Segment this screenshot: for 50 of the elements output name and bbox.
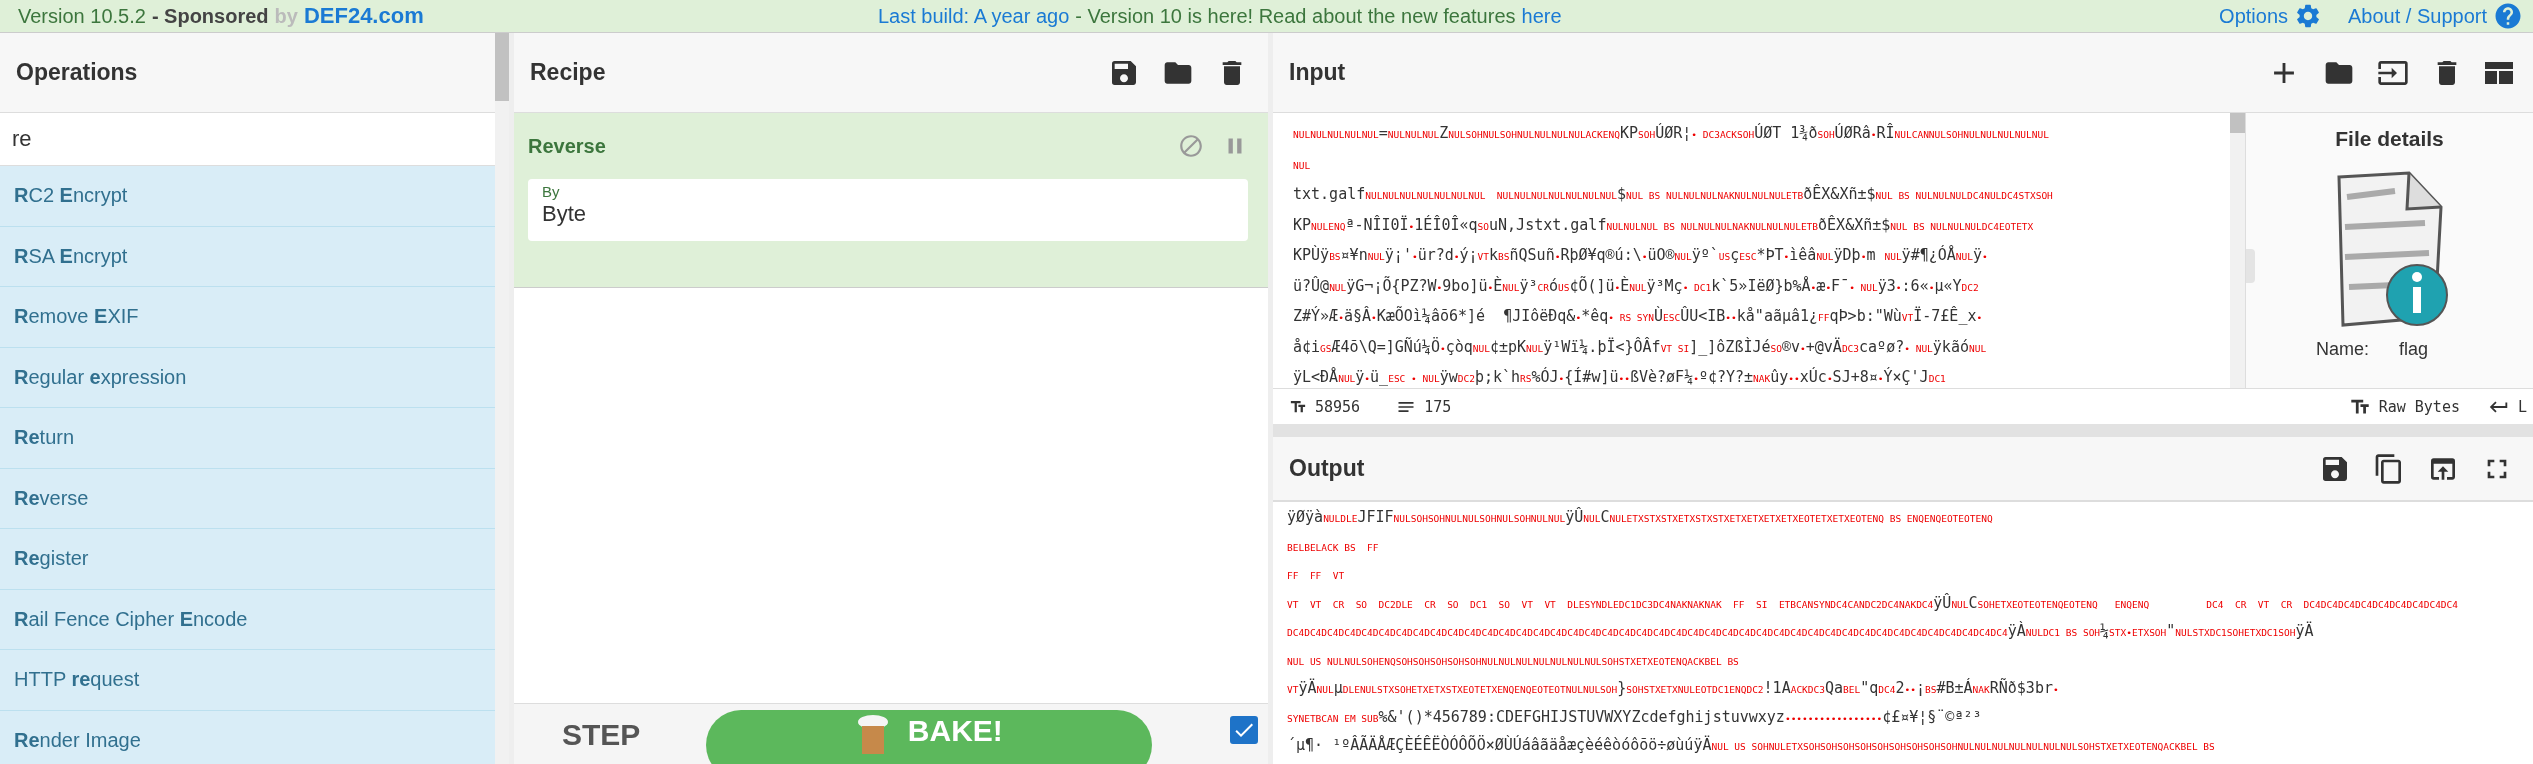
step-name: Reverse (528, 134, 606, 158)
data-line: DC4DC4DC4DC4DC4DC4DC4DC4DC4DC4DC4DC4DC4DC4DC4DC4DC4DC4DC4DC4DC4DC4DC4DC4DC4DC4DC4DC4DC4DC4DC4DC4DC4DC4DC4DC4DC4DC4DC4DC4DC4DC4ÿÀNULDC1 BS SOH¼STX•ETXSOH"NULSTXDC1SOHETXDC1SOHÿÄ (1287, 620, 2315, 642)
data-line: ÿL<ÐÅNULÿ•ü_ESC • NULÿwDC2 þ;k`hRS%ÓJ•{Í#w]ü••ßVè?øF¼•º¢?Y?±NAKûy••xÚc•SJ+8¤•Ý×Ç'JDC1 (1293, 366, 1947, 388)
panel-title: Operations (16, 59, 138, 86)
build-label: Last build: A year ago (878, 4, 1070, 28)
chef-icon (855, 714, 890, 754)
layout-icon[interactable] (2485, 60, 2513, 85)
data-line: NUL US NULNULSOHENQSOHSOHSOHSOHSOHNULNULNULNULNULNULNULSOHSTXETXEOTENQACKBEL BS (1287, 654, 1740, 669)
scrollbar-thumb[interactable] (2230, 113, 2245, 133)
panel-toggle-tab[interactable] (2246, 249, 2255, 283)
argument-field[interactable]: By Byte (528, 179, 1248, 241)
help-icon[interactable] (2493, 1, 2523, 31)
data-line: ÿØÿà NULDLEJFIFNULSOHSOHNULNULSOHNULSOHNULNULÿÛNULCNULETXSTXSTXETXSTXSTXETXETXETXETXEOTETXETXEOTENQ BS ENQENQEOTEOTENQ (1287, 506, 1994, 528)
data-line: NUL (1293, 158, 1312, 173)
data-line: ü?Û@NULÿG¬¡Õ{PZ?W•9bo]ü•ÈNULÿ³ CRóUS¢Õ(]ü•ÈNULÿ³Mç• DC1k`5»IëØ}b%Å•æ•F¯• NULÿ3•:6«•µ«YDC2 (1293, 275, 1980, 297)
line-count-value: 175 (1424, 397, 1452, 416)
panel-title: Output (1289, 455, 1365, 482)
name-label: Name: (2316, 339, 2369, 360)
notice-text: - Version 10 is here! Read about the new features (1075, 4, 1516, 28)
length-value: 58956 (1315, 397, 1361, 416)
panel-title: Recipe (530, 59, 606, 86)
step-button[interactable]: STEP (562, 718, 641, 752)
settings-icon[interactable] (2294, 2, 2322, 30)
data-line: Z#Ý»Æ•ä§Â•KæÕOì¼âõ6*]é ¶JIôëÐq&•*êq• RS SYNÙ ESCÛU<IB••kå"aãµâ1¿FFqÞ>b:"WùVTÏ-7£Ê_x• (1293, 305, 1984, 327)
data-line: NULNULNULNULNUL=NULNULNULZNULSOHNULSOHNULNULNULNULACKENQKPSOHÚØR¦• DC3ACKSOHÚØT 1¾ðSOHÚØRâ•RÎNULCANNULSOHNULNULNULNULNUL (1293, 122, 2050, 144)
eol-button[interactable]: L (2517, 397, 2527, 416)
resize-handle[interactable] (1273, 424, 2533, 437)
format-button[interactable]: Raw Bytes (2378, 397, 2460, 416)
file-name: flag (2399, 339, 2429, 360)
data-line: txt.galf NULNULNULNULNULNULNUL NULNULNULNULNULNULNUL$NUL BS NULNULNULNAKNULNULNULETBðÊX&Xñ±$NUL BS NULNULNULDC4NULDC4STXSOH (1293, 183, 2054, 205)
sponsored-label: - Sponsored (151, 4, 269, 28)
data-line: SYNETBCAN EM SUB%&'()*456789:CDEFGHIJSTUVWXYZcdefghijstuvwxyz•••••••••••••••••¢£¤¥¦§¨©ª²³ (1287, 706, 1983, 728)
bake-button[interactable]: BAKE! (706, 710, 1153, 764)
panel-title: Input (1289, 59, 1346, 86)
options-link[interactable]: Options (2219, 2, 2322, 30)
about-link[interactable]: About / Support (2348, 1, 2523, 31)
data-line: KPÙÿBS¤¥nNULÿ¡'•ür?d•ý¡VTkBS ñQSuñ•RþØ¥q®ú:\•üO®NULÿº`USç ESC*ÞT•ìêâ NULÿDþ•m NULÿ#¶¿ÓÅNULÿ• (1293, 244, 1989, 266)
sponsor-link[interactable]: DEF24.com (303, 3, 424, 29)
data-line: å¢iGSÆ4õ\Q=]GÑú¼Ö•çòqNUL¢±pKNULÿ¹Wï¼.þÏ<}ÔÂfVT SI]_]ôZßÌJéSO®v•+@vÄDC3 caºø?• NULÿkãóNUL (1293, 336, 1988, 358)
version-label: Version 10.5.2 (18, 4, 146, 28)
auto-bake-checkbox[interactable] (1230, 716, 1259, 744)
data-line: BELBELACK BS FF (1287, 540, 1380, 555)
notice-link[interactable]: here (1521, 4, 1562, 28)
scrollbar-thumb[interactable] (495, 33, 509, 101)
data-line: KPNULENQª-NÎI0Ï•1ÉÎ0Î«qSOuN,Jstxt.galfNULNULNUL BS NULNULNULNAKNULNULNULETBðÊX&Xñ±$NUL BS NULNULNULDC4EOTETX (1293, 214, 2035, 236)
data-line: ´µ¶· ¹ºÂÃÄÅÆÇÈÉÊËÒÓÔÕÖ×ØÙÚáâãäåæçèéêòóôõö÷øùúÿÄNUL US SOHNULETXSOHSOHSOHSOHSOHSOHSOHSOHSOHNULNULNULNULNULNULNULSOHSTXETXEOTENQACKBEL BS (1287, 734, 2216, 756)
data-line: VT VT CR SO DC2DLE CR SO DC1 SO VT VT DLESYNDLEDC1DC3DC4NAKNAKNAK FF SI ETBCANSYNDC4CANDC2DC4NAKDC4ÿÛNULCSOHETXEOTEOTENQEOTENQ ENQENQ DC4 CR VT CR DC4DC4DC4DC4DC4DC4DC4DC4DC4 (1287, 592, 2459, 614)
data-line: FF FF VT (1287, 569, 1346, 583)
data-line: VTÿÄNULµDLENULSTXSOHETXETXSTXEOTETXENQENQEOTEOTNULNULSOH}SOHSTXETXNULEOTDC1ENQDC2!1AACKDC3 QaBEL"q DC42••¡BS#B±ÁNAKRÑð$3br• (1287, 677, 2060, 699)
file-details-title: File details (2335, 127, 2444, 151)
